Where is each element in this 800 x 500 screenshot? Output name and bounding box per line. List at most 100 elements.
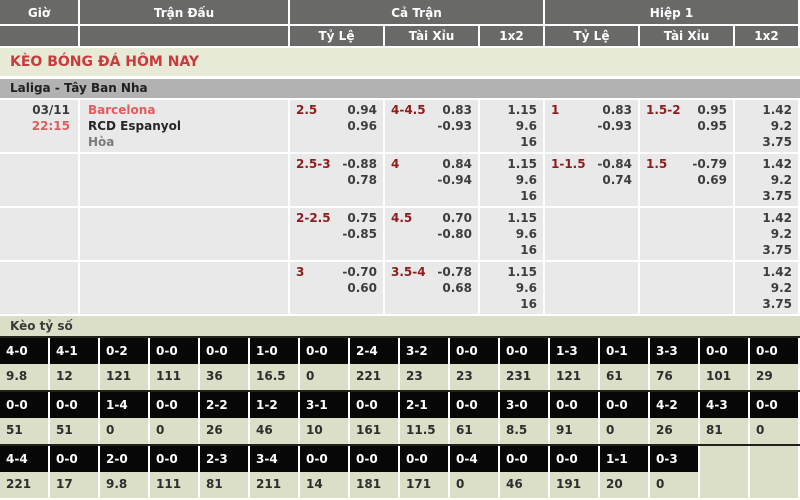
ft-1x2-cell[interactable]: 1.159.616 [480, 262, 545, 314]
score-label: 0-0 [150, 392, 198, 418]
score-odds-cell[interactable]: 0-0231 [500, 338, 550, 390]
ft-1x2-cell[interactable]: 1.159.616 [480, 154, 545, 206]
score-odds-cell[interactable]: 0-029 [750, 338, 800, 390]
score-odds-cell[interactable]: 1-120 [600, 446, 650, 498]
h1-1x2-cell[interactable]: 1.429.23.75 [735, 262, 800, 314]
ft-handicap-cell[interactable]: 2.50.940.96 [290, 100, 385, 152]
odds-value: 3.75 [741, 296, 792, 312]
score-odds-cell[interactable]: 4-112 [50, 338, 100, 390]
score-grid: 4-09.84-1120-21210-01110-0361-016.50-002… [0, 336, 800, 498]
odds-line-bottom: 0.96 [296, 118, 377, 134]
h1-1x2-cell[interactable]: 1.429.23.75 [735, 208, 800, 260]
score-odds-cell[interactable]: 4-4221 [0, 446, 50, 498]
h1-over-under-cell[interactable]: 1.5-0.790.69 [640, 154, 735, 206]
score-odds-cell[interactable]: 0-40 [450, 446, 500, 498]
score-odds-cell[interactable]: 0-00 [750, 392, 800, 444]
h1-handicap-cell[interactable]: 1-1.5-0.840.74 [545, 154, 640, 206]
score-odds-cell[interactable]: 0-051 [0, 392, 50, 444]
line-value: 4-4.5 [391, 102, 426, 118]
ft-handicap-cell[interactable]: 3-0.700.60 [290, 262, 385, 314]
score-odds-cell[interactable]: 0-0181 [350, 446, 400, 498]
score-odds-cell[interactable]: 0-00 [600, 392, 650, 444]
score-odds-cell[interactable]: 3-08.5 [500, 392, 550, 444]
ft-handicap-cell[interactable]: 2-2.50.75-0.85 [290, 208, 385, 260]
score-label: 0-0 [550, 392, 598, 418]
score-odds-cell[interactable]: 0-30 [650, 446, 700, 498]
score-odds-cell[interactable]: 4-09.8 [0, 338, 50, 390]
score-odds-cell[interactable]: 0-0161 [350, 392, 400, 444]
ft-over-under-cell[interactable]: 4-4.50.83-0.93 [385, 100, 480, 152]
ft-1x2-cell[interactable]: 1.159.616 [480, 100, 545, 152]
score-odds-value: 171 [400, 472, 448, 498]
ft-handicap-cell[interactable]: 2.5-3-0.880.78 [290, 154, 385, 206]
ft-over-under-cell[interactable]: 4.50.70-0.80 [385, 208, 480, 260]
score-label: 4-1 [50, 338, 98, 364]
score-odds-cell[interactable]: 0-014 [300, 446, 350, 498]
score-row: 0-0510-0511-400-002-2261-2463-1100-01612… [0, 390, 800, 444]
score-odds-cell[interactable]: 0-061 [450, 392, 500, 444]
match-date: 03/11 [6, 102, 70, 118]
score-label: 4-2 [650, 392, 698, 418]
score-odds-cell[interactable]: 0-023 [450, 338, 500, 390]
score-odds-value: 211 [250, 472, 298, 498]
score-odds-cell[interactable]: 4-381 [700, 392, 750, 444]
score-odds-cell[interactable]: 0-0191 [550, 446, 600, 498]
odds-value: 1.15 [486, 210, 537, 226]
odds-line-top [551, 210, 632, 226]
home-team: Barcelona [88, 102, 282, 118]
score-label: 0-0 [150, 338, 198, 364]
odds-value: 9.6 [486, 280, 537, 296]
ft-over-under-cell[interactable]: 40.84-0.94 [385, 154, 480, 206]
score-label: 0-0 [0, 392, 48, 418]
score-odds-cell[interactable]: 3-4211 [250, 446, 300, 498]
score-odds-cell[interactable]: 1-3121 [550, 338, 600, 390]
odds-line-top [551, 264, 632, 280]
score-odds-cell[interactable]: 0-2121 [100, 338, 150, 390]
score-odds-cell[interactable]: 2-381 [200, 446, 250, 498]
score-odds-cell[interactable]: 4-226 [650, 392, 700, 444]
score-label: 0-0 [700, 338, 748, 364]
score-odds-cell[interactable]: 2-226 [200, 392, 250, 444]
score-odds-cell[interactable]: 0-017 [50, 446, 100, 498]
score-odds-cell[interactable]: 1-246 [250, 392, 300, 444]
score-label: 2-1 [400, 392, 448, 418]
h1-over-under-cell[interactable]: 1.5-20.950.95 [640, 100, 735, 152]
odds-value: 1.15 [486, 264, 537, 280]
odds-rows: 03/1122:15BarcelonaRCD EspanyolHòa2.50.9… [0, 100, 800, 314]
odds-line-top [646, 210, 727, 226]
score-odds-cell[interactable]: 0-0171 [400, 446, 450, 498]
score-odds-value: 51 [50, 418, 98, 444]
score-label: 1-0 [250, 338, 298, 364]
score-odds-cell[interactable]: 0-091 [550, 392, 600, 444]
score-odds-cell[interactable]: 0-00 [150, 392, 200, 444]
score-odds-cell[interactable]: 0-0111 [150, 446, 200, 498]
h1-handicap-cell[interactable]: 10.83-0.93 [545, 100, 640, 152]
h1-handicap-cell [545, 262, 640, 314]
score-odds-cell[interactable]: 2-09.8 [100, 446, 150, 498]
score-odds-cell[interactable]: 0-051 [50, 392, 100, 444]
ft-1x2-cell[interactable]: 1.159.616 [480, 208, 545, 260]
score-odds-cell[interactable]: 3-376 [650, 338, 700, 390]
h1-1x2-cell[interactable]: 1.429.23.75 [735, 154, 800, 206]
score-odds-cell[interactable]: 0-00 [300, 338, 350, 390]
odds-value: 9.2 [741, 172, 792, 188]
score-odds-cell[interactable]: 3-110 [300, 392, 350, 444]
odds-value: 0.83 [442, 102, 472, 118]
score-odds-cell[interactable]: 1-016.5 [250, 338, 300, 390]
score-odds-cell[interactable]: 0-036 [200, 338, 250, 390]
ft-over-under-cell[interactable]: 3.5-4-0.780.68 [385, 262, 480, 314]
col-header-match: Trận Đấu [80, 0, 290, 26]
odds-value: 3.75 [741, 188, 792, 204]
score-odds-cell[interactable]: 0-0111 [150, 338, 200, 390]
odds-line-top: 2-2.50.75 [296, 210, 377, 226]
h1-1x2-cell[interactable]: 1.429.23.75 [735, 100, 800, 152]
score-odds-cell[interactable]: 2-4221 [350, 338, 400, 390]
score-odds-value: 101 [700, 364, 748, 390]
odds-value: 0.95 [697, 102, 727, 118]
score-odds-cell[interactable]: 2-111.5 [400, 392, 450, 444]
score-odds-cell[interactable]: 1-40 [100, 392, 150, 444]
score-odds-cell[interactable]: 0-046 [500, 446, 550, 498]
score-odds-cell[interactable]: 0-0101 [700, 338, 750, 390]
score-odds-cell[interactable]: 0-161 [600, 338, 650, 390]
score-odds-cell[interactable]: 3-223 [400, 338, 450, 390]
